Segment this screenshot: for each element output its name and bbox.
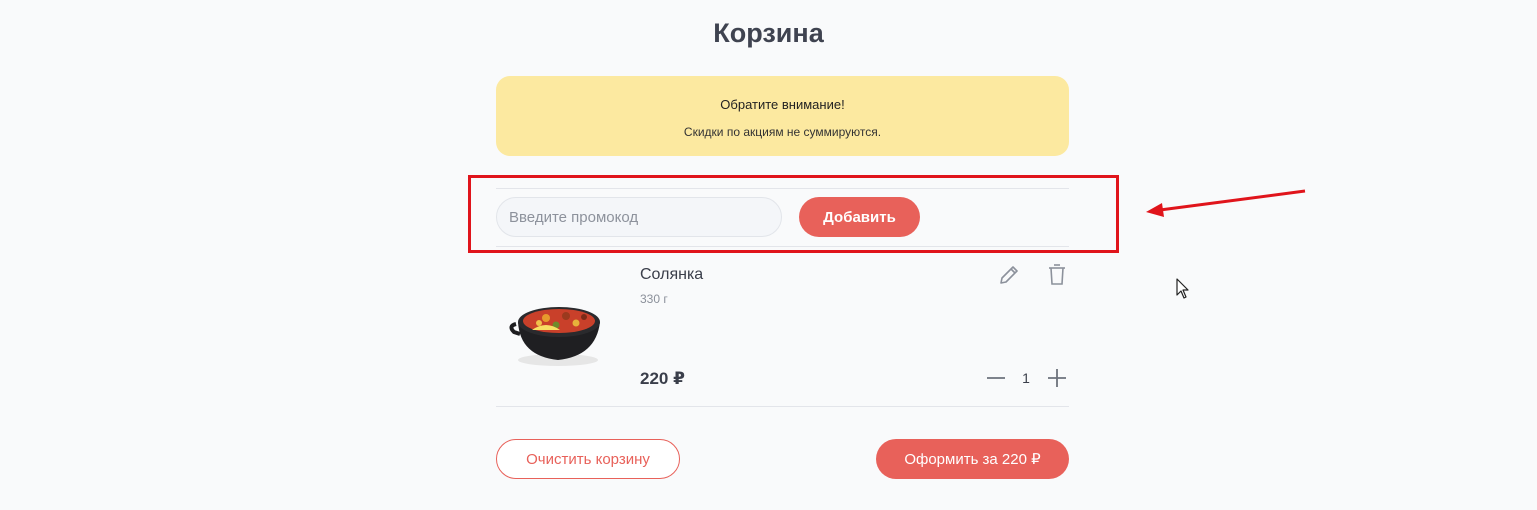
- item-price: 220 ₽: [640, 369, 685, 388]
- notice-banner: Обратите внимание! Скидки по акциям не с…: [496, 76, 1069, 156]
- pencil-icon[interactable]: [996, 262, 1022, 288]
- page-title: Корзина: [713, 18, 824, 48]
- checkout-button[interactable]: Оформить за 220 ₽: [876, 439, 1069, 479]
- mouse-cursor-icon: [1176, 278, 1189, 299]
- item-weight: 330 г: [640, 292, 668, 306]
- clear-cart-button[interactable]: Очистить корзину: [496, 439, 680, 479]
- item-name: Солянка: [640, 266, 704, 283]
- notice-title: Обратите внимание!: [720, 97, 845, 112]
- notice-text: Скидки по акциям не суммируются.: [683, 125, 882, 139]
- soup-bowl-image: [509, 307, 600, 366]
- quantity-value: 1: [1022, 370, 1030, 386]
- divider: [496, 406, 1069, 407]
- trash-icon[interactable]: [1045, 262, 1069, 288]
- annotation-arrow-icon: [1146, 189, 1306, 217]
- minus-icon[interactable]: [984, 366, 1008, 390]
- annotation-highlight-box: [468, 175, 1119, 253]
- plus-icon[interactable]: [1045, 366, 1069, 390]
